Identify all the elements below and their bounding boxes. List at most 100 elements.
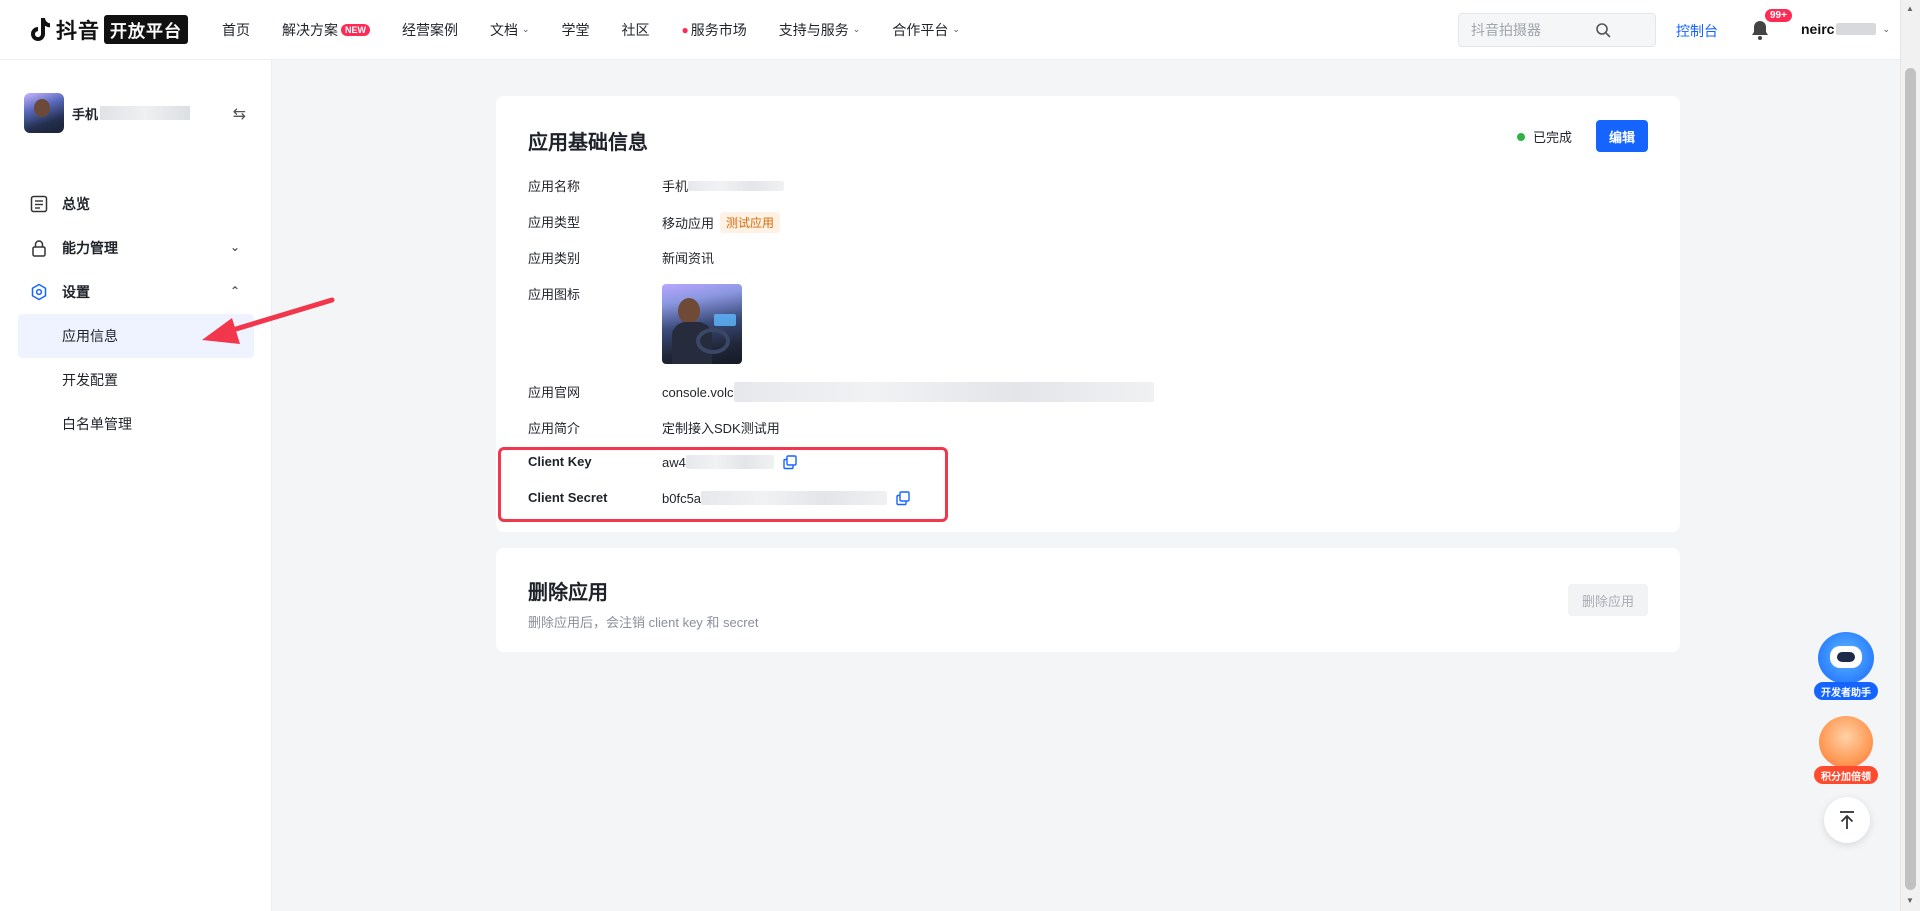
gift-bag-icon <box>1819 716 1873 768</box>
field-app-icon: 应用图标 <box>528 284 742 364</box>
status-text: 已完成 <box>1532 130 1572 145</box>
sidebar-item-label: 总览 <box>62 196 90 212</box>
nav-academy[interactable]: 学堂 <box>562 20 590 40</box>
sidebar-subitem-label: 应用信息 <box>62 328 118 344</box>
nav-home[interactable]: 首页 <box>222 20 250 40</box>
nav-label: 服务市场 <box>690 21 747 38</box>
field-label: 应用名称 <box>528 179 581 194</box>
sidebar-item-label: 设置 <box>62 284 90 300</box>
field-label: 应用类别 <box>528 251 581 266</box>
app-switcher[interactable]: 手机 ⇆ <box>24 92 254 134</box>
fire-icon: ● <box>681 22 689 37</box>
scroll-down-icon[interactable]: ▼ <box>1906 896 1914 905</box>
field-value: console.volc <box>662 382 1154 402</box>
sidebar-subitem-label: 白名单管理 <box>62 416 132 432</box>
field-app-category: 应用类别 新闻资讯 <box>528 248 714 267</box>
sidebar-item-capability[interactable]: 能力管理 ⌄ <box>0 226 272 270</box>
app-avatar <box>24 93 64 133</box>
nav-service-market[interactable]: ● 服务市场 <box>682 20 747 40</box>
top-nav: 抖音 开放平台 首页 解决方案 NEW 经营案例 文档 ⌄ 学堂 社区 ● 服务市场 … <box>0 0 1900 60</box>
chevron-down-icon: ⌄ <box>852 24 861 34</box>
card-title: 删除应用 <box>528 582 608 604</box>
app-name: 手机 <box>72 104 191 123</box>
nav-label: 社区 <box>621 21 650 38</box>
notification-badge: 99+ <box>1764 8 1793 23</box>
field-label: 应用图标 <box>528 287 581 302</box>
annotation-arrow <box>202 297 335 344</box>
nav-partners[interactable]: 合作平台 ⌄ <box>892 20 960 40</box>
settings-icon <box>30 283 48 301</box>
nav-docs[interactable]: 文档 ⌄ <box>490 20 530 40</box>
swap-icon[interactable]: ⇆ <box>233 104 246 124</box>
points-widget[interactable]: 积分加倍领 <box>1814 716 1878 784</box>
redacted-block <box>1836 23 1877 35</box>
card-title: 应用基础信息 <box>528 132 648 154</box>
card-description: 删除应用后，会注销 client key 和 secret <box>528 615 759 630</box>
nav-cases[interactable]: 经营案例 <box>402 20 458 40</box>
chevron-down-icon: ⌄ <box>1882 23 1891 34</box>
website-value: console.volc <box>662 384 734 400</box>
search-box <box>1458 13 1656 47</box>
logo[interactable]: 抖音 开放平台 <box>30 0 188 60</box>
app-name-value: 手机 <box>662 179 689 194</box>
widget-label: 开发者助手 <box>1814 682 1878 700</box>
field-label: 应用官网 <box>528 385 581 400</box>
field-app-intro: 应用简介 定制接入SDK测试用 <box>528 418 780 437</box>
sidebar-item-label: 能力管理 <box>62 240 118 256</box>
field-value: 定制接入SDK测试用 <box>662 421 780 436</box>
robot-icon <box>1818 632 1874 684</box>
test-app-tag: 测试应用 <box>720 212 781 233</box>
field-value: 新闻资讯 <box>662 251 715 266</box>
dashboard-icon <box>30 195 48 213</box>
field-app-website: 应用官网 console.volc <box>528 382 1154 402</box>
app-name-text: 手机 <box>72 106 99 122</box>
annotation-highlight-box <box>498 447 948 522</box>
sidebar-subitem-dev-config[interactable]: 开发配置 <box>0 358 272 402</box>
scroll-thumb[interactable] <box>1905 68 1916 890</box>
chevron-down-icon: ⌄ <box>522 24 530 34</box>
lock-icon <box>30 239 48 257</box>
icon-art <box>714 314 736 326</box>
field-label: 应用简介 <box>528 421 581 436</box>
sidebar-subitem-label: 开发配置 <box>62 372 118 388</box>
nav-label: 解决方案 <box>282 21 338 38</box>
field-app-type: 应用类型 移动应用 测试应用 <box>528 212 781 233</box>
sidebar-subitem-whitelist[interactable]: 白名单管理 <box>0 402 272 446</box>
search-icon[interactable] <box>1595 22 1611 38</box>
status-badge: 已完成 <box>1516 127 1572 146</box>
edit-button[interactable]: 编辑 <box>1596 120 1648 152</box>
delete-app-card: 删除应用 删除应用后，会注销 client key 和 secret 删除应用 <box>496 548 1680 652</box>
sidebar-item-overview[interactable]: 总览 <box>0 182 272 226</box>
username: neirc <box>1801 21 1835 37</box>
app-icon-image <box>662 284 742 364</box>
redacted-block <box>688 180 785 191</box>
nav-label: 合作平台 <box>892 21 949 38</box>
developer-assistant-widget[interactable]: 开发者助手 <box>1814 632 1878 700</box>
delete-app-button[interactable]: 删除应用 <box>1568 584 1648 616</box>
main-menu: 首页 解决方案 NEW 经营案例 文档 ⌄ 学堂 社区 ● 服务市场 支持与服务 ⌄ 合… <box>222 0 992 60</box>
brand-name: 抖音 <box>56 19 100 43</box>
field-label: 应用类型 <box>528 215 581 230</box>
field-value: 移动应用 测试应用 <box>662 212 781 233</box>
nav-label: 文档 <box>490 21 518 38</box>
redacted-block <box>100 106 191 120</box>
redacted-block <box>733 382 1154 402</box>
nav-label: 学堂 <box>561 21 590 38</box>
user-menu[interactable]: neirc ⌄ <box>1801 21 1890 37</box>
back-to-top-button[interactable] <box>1824 797 1870 843</box>
field-app-name: 应用名称 手机 <box>528 176 785 195</box>
nav-solutions[interactable]: 解决方案 NEW <box>282 20 370 40</box>
vertical-scrollbar[interactable]: ▲ ▼ <box>1900 0 1920 911</box>
nav-community[interactable]: 社区 <box>622 20 650 40</box>
brand-badge: 开放平台 <box>104 15 188 44</box>
tiktok-logo-icon <box>30 17 52 43</box>
status-dot-icon <box>1516 132 1525 141</box>
arrow-up-icon <box>1840 811 1854 829</box>
console-link[interactable]: 控制台 <box>1676 21 1718 41</box>
nav-support[interactable]: 支持与服务 ⌄ <box>779 20 861 40</box>
sidebar: 手机 ⇆ 总览 能力管理 ⌄ 设置 ⌃ 应用信息 开发配置 白名单管理 <box>0 60 272 911</box>
scroll-up-icon[interactable]: ▲ <box>1906 4 1914 13</box>
search-input[interactable] <box>1471 22 1611 38</box>
bell-icon[interactable] <box>1750 19 1770 41</box>
chevron-down-icon: ⌄ <box>229 240 240 254</box>
